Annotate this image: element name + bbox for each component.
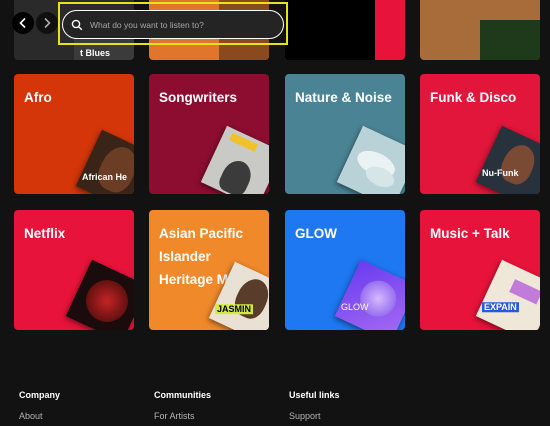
footer-useful-links: Useful links Support [289,390,340,421]
partial-card-text: t Blues [80,48,111,58]
footer-communities: Communities For Artists [154,390,211,421]
playlist-cover [336,125,405,194]
footer-heading: Communities [154,390,212,400]
cover-text: GLOW [340,302,369,313]
playlist-cover: Nu-Funk [475,125,540,194]
genre-card-songwriters[interactable]: Songwriters [149,74,269,194]
footer-company: Company About [19,390,60,421]
back-button[interactable] [12,12,34,34]
footer-heading: Useful links [289,390,340,400]
genre-card-funk-disco[interactable]: Funk & Disco Nu-Funk [420,74,540,194]
footer-link-about[interactable]: About [19,411,60,421]
search-input[interactable] [88,18,272,31]
genre-card-glow[interactable]: GLOW GLOW [285,210,405,330]
genre-card-nature-noise[interactable]: Nature & Noise [285,74,405,194]
genre-title: Songwriters [159,90,238,105]
genre-title: Netflix [24,226,66,241]
playlist-cover [200,125,269,194]
forward-button[interactable] [36,12,58,34]
genre-title: Funk & Disco [430,90,517,105]
playlist-cover: GLOW [334,259,405,330]
genre-title: Nature & Noise [295,90,392,105]
search-bar[interactable] [62,10,284,39]
chevron-right-icon [44,17,51,29]
genre-card-afro[interactable]: Afro African He [14,74,134,194]
genre-title: Music + Talk [430,226,510,241]
genre-card-aapi-heritage[interactable]: Asian Pacific Islander Heritage Month JA… [149,210,269,330]
genre-card-music-talk[interactable]: Music + Talk EXPAIN [420,210,540,330]
playlist-cover [65,259,134,330]
playlist-cover: EXPAIN [475,259,540,330]
cover-text: African He [81,172,127,183]
search-icon [71,19,83,30]
footer-link-for-artists[interactable]: For Artists [154,411,211,421]
top-bar [0,0,550,46]
genre-card-netflix[interactable]: Netflix [14,210,134,330]
cover-text: JASMIN [214,304,253,315]
genre-title: GLOW [295,226,337,241]
cover-text: EXPAIN [481,302,519,313]
playlist-cover: African He [75,129,134,194]
footer-link-support[interactable]: Support [289,411,340,421]
cover-text: Nu-Funk [481,168,519,179]
genre-title: Afro [24,90,52,105]
footer-heading: Company [19,390,61,400]
chevron-left-icon [19,17,26,29]
